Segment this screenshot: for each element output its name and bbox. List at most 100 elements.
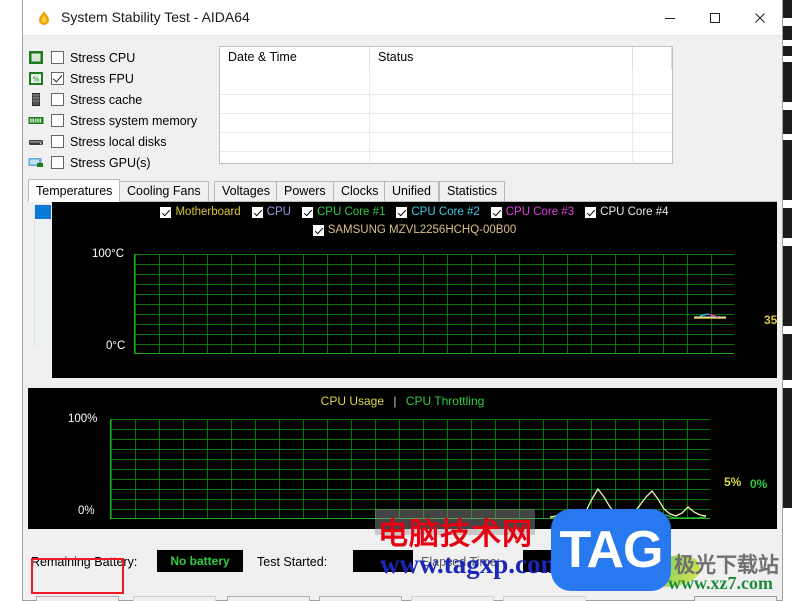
- column-header-status[interactable]: Status: [370, 47, 633, 69]
- stress-option-row[interactable]: Stress GPU(s): [28, 153, 208, 172]
- stress-option-row[interactable]: Stress system memory: [28, 111, 208, 130]
- legend-cpu-core-4[interactable]: CPU Core #4: [585, 206, 669, 218]
- button-bar: Start Stop Clear Save CPUID Preferences …: [23, 588, 782, 601]
- legend-checkbox[interactable]: [585, 206, 597, 218]
- legend-checkbox[interactable]: [160, 206, 172, 218]
- legend-label: CPU Core #1: [316, 206, 386, 218]
- save-button[interactable]: Save: [319, 596, 402, 601]
- desktop-right-strip: [783, 0, 792, 601]
- legend-label: Motherboard: [175, 206, 241, 218]
- title-bar: System Stability Test - AIDA64: [23, 0, 782, 36]
- stress-gpu-checkbox[interactable]: [51, 156, 64, 169]
- tab-voltages[interactable]: Voltages: [214, 181, 278, 202]
- table-row[interactable]: [220, 132, 672, 151]
- stop-button: Stop: [133, 596, 216, 601]
- legend-checkbox[interactable]: [490, 206, 502, 218]
- stress-option-row[interactable]: Stress CPU: [28, 48, 208, 67]
- table-row[interactable]: [220, 113, 672, 132]
- stress-option-row[interactable]: Stress cache: [28, 90, 208, 109]
- table-row[interactable]: [220, 69, 672, 94]
- flame-icon: [35, 10, 53, 28]
- legend-cpu-core-2[interactable]: CPU Core #2: [396, 206, 480, 218]
- tab-cooling-fans[interactable]: Cooling Fans: [119, 181, 209, 202]
- stress-option-row[interactable]: % Stress FPU: [28, 69, 208, 88]
- usage-series-lines: [549, 487, 707, 519]
- right-strip-block: [783, 62, 792, 102]
- legend-checkbox[interactable]: [396, 206, 408, 218]
- tab-powers[interactable]: Powers: [276, 181, 334, 202]
- stress-option-label: Stress CPU: [70, 50, 136, 65]
- cache-icon: [28, 92, 44, 107]
- stress-option-label: Stress system memory: [70, 113, 198, 128]
- table-row[interactable]: [220, 151, 672, 170]
- throttling-readout: 0%: [750, 477, 768, 491]
- start-button[interactable]: Start: [36, 596, 119, 601]
- screenshot-root: System Stability Test - AIDA64 Stress CP…: [0, 0, 792, 601]
- stress-option-label: Stress FPU: [70, 71, 134, 86]
- tab-temperatures[interactable]: Temperatures: [28, 179, 121, 202]
- clear-button[interactable]: Clear: [227, 596, 310, 601]
- stress-cpu-checkbox[interactable]: [51, 51, 64, 64]
- throttling-title-label: CPU Throttling: [405, 394, 485, 408]
- desktop-left-strip: [0, 0, 22, 601]
- start-button-highlight: [31, 558, 124, 594]
- stress-options-list: Stress CPU % Stress FPU Stress cache Str…: [28, 48, 208, 174]
- maximize-button[interactable]: [692, 0, 737, 36]
- legend-cpu-core-3[interactable]: CPU Core #3: [490, 206, 574, 218]
- tab-unified[interactable]: Unified: [384, 181, 439, 202]
- log-table-body: [220, 69, 672, 170]
- stress-system-memory-checkbox[interactable]: [51, 114, 64, 127]
- status-bar: Remaining Battery: No battery Test Start…: [23, 548, 782, 578]
- window-controls: [647, 0, 782, 36]
- stress-cache-checkbox[interactable]: [51, 93, 64, 106]
- legend-motherboard[interactable]: Motherboard: [160, 206, 241, 218]
- column-header-extra[interactable]: [633, 47, 672, 69]
- legend-checkbox[interactable]: [251, 206, 263, 218]
- usage-axis-min-label: 0%: [78, 505, 95, 517]
- svg-text:%: %: [33, 76, 40, 84]
- usage-chart-title: CPU Usage | CPU Throttling: [28, 394, 777, 408]
- minimize-button[interactable]: [647, 0, 692, 36]
- legend-cpu[interactable]: CPU: [251, 206, 291, 218]
- cpu-chip-icon: [28, 50, 44, 65]
- tab-strip: Temperatures Cooling Fans Voltages Power…: [28, 179, 777, 202]
- close-button-bottom[interactable]: Close: [694, 596, 777, 601]
- log-table[interactable]: Date & Time Status: [219, 46, 673, 170]
- temp-axis-max-label: 100°C: [92, 248, 125, 260]
- temperature-scrollbar[interactable]: [34, 204, 51, 346]
- temperature-legend-row-1: Motherboard CPU CPU Core #1 CPU Core #2 …: [52, 206, 777, 218]
- legend-checkbox[interactable]: [301, 206, 313, 218]
- temperature-chart: Motherboard CPU CPU Core #1 CPU Core #2 …: [52, 202, 777, 378]
- scrollbar-track[interactable]: [36, 221, 50, 346]
- test-started-value-box: [353, 550, 413, 572]
- stress-option-row[interactable]: Stress local disks: [28, 132, 208, 151]
- legend-label: CPU Core #2: [411, 206, 480, 218]
- preferences-button: Preferences: [503, 596, 586, 601]
- right-strip-block: [783, 46, 792, 56]
- legend-label: SAMSUNG MZVL2256HCHQ-00B00: [327, 224, 517, 236]
- stress-fpu-checkbox[interactable]: [51, 72, 64, 85]
- right-strip-block: [783, 334, 792, 380]
- cpu-usage-chart: CPU Usage | CPU Throttling 100% 0% 5% 0%: [28, 388, 777, 529]
- column-header-datetime[interactable]: Date & Time: [220, 47, 370, 69]
- legend-label: CPU Core #4: [600, 206, 669, 218]
- close-button[interactable]: [737, 0, 782, 36]
- temp-axis-min-label: 0°C: [106, 340, 126, 352]
- legend-samsung-ssd[interactable]: SAMSUNG MZVL2256HCHQ-00B00: [312, 224, 517, 236]
- legend-label: CPU: [266, 206, 291, 218]
- tab-statistics[interactable]: Statistics: [439, 181, 506, 202]
- scrollbar-thumb[interactable]: [35, 205, 51, 219]
- tab-clocks[interactable]: Clocks: [333, 181, 387, 202]
- table-row[interactable]: [220, 94, 672, 113]
- hard-disk-icon: [28, 134, 44, 149]
- right-strip-block: [783, 246, 792, 326]
- usage-axis-max-label: 100%: [68, 413, 98, 425]
- legend-cpu-core-1[interactable]: CPU Core #1: [301, 206, 386, 218]
- legend-checkbox[interactable]: [312, 224, 324, 236]
- usage-title-label: CPU Usage: [320, 394, 385, 408]
- gpu-card-icon: [28, 155, 44, 170]
- desktop-icon-partial: [0, 40, 16, 56]
- right-strip-block: [783, 0, 792, 18]
- right-strip-block: [783, 110, 792, 134]
- stress-local-disks-checkbox[interactable]: [51, 135, 64, 148]
